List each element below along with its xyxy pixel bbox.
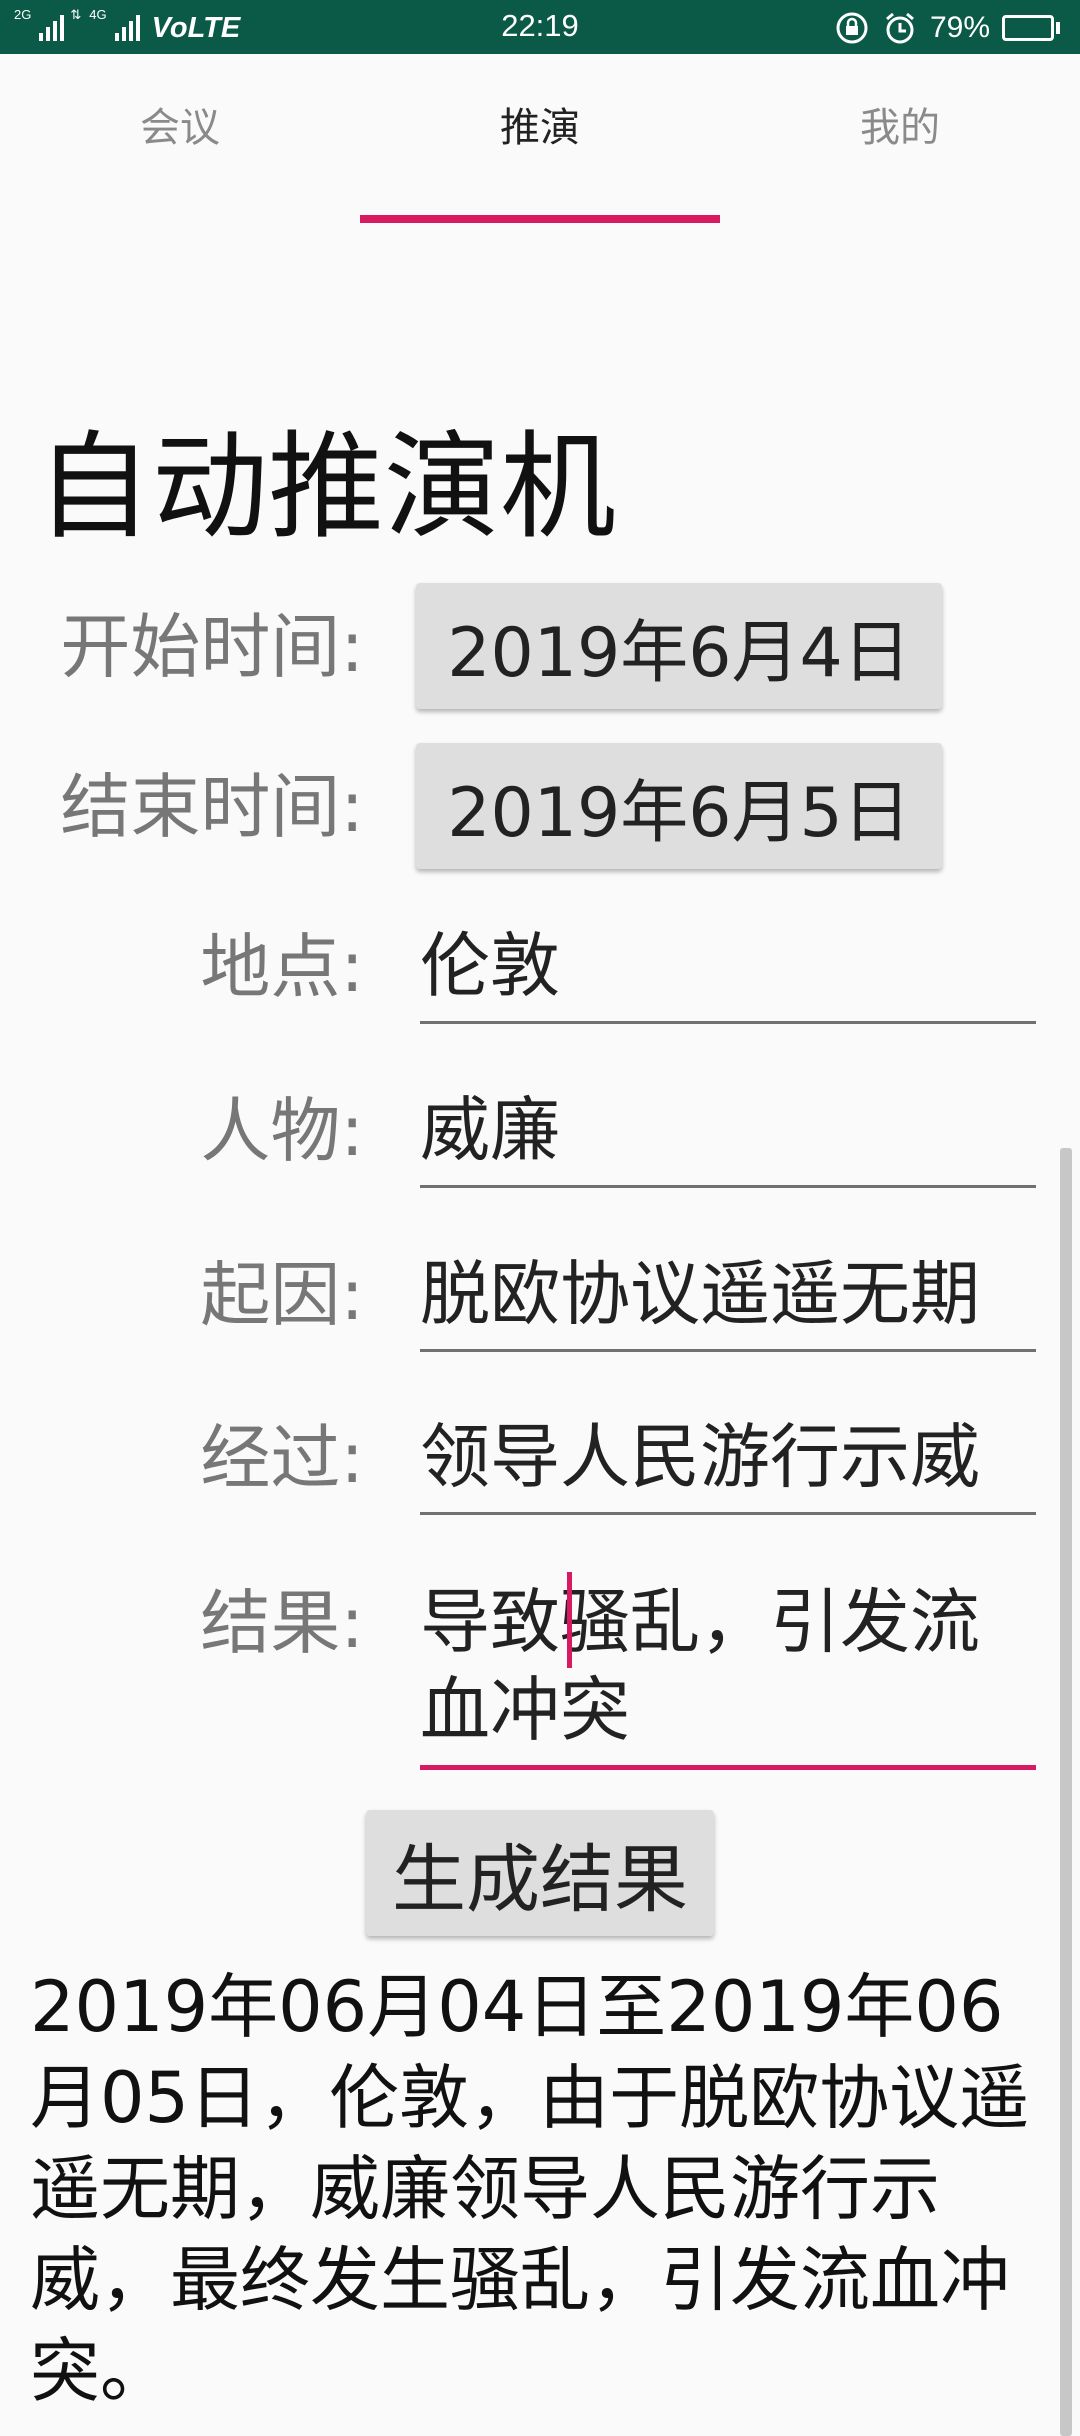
generate-result-button[interactable]: 生成结果 xyxy=(366,1810,714,1936)
tab-bar: 会议 推演 我的 xyxy=(0,54,1080,224)
page-title: 自动推演机 xyxy=(36,420,616,555)
tab-indicator xyxy=(360,215,720,223)
alarm-icon xyxy=(882,10,918,46)
start-date-button[interactable]: 2019年6月4日 xyxy=(416,583,942,709)
text-cursor xyxy=(567,1572,572,1668)
start-time-label: 开始时间: xyxy=(60,606,364,688)
end-time-label: 结束时间: xyxy=(60,766,364,848)
lock-rotation-icon xyxy=(834,10,870,46)
place-input[interactable]: 伦敦 xyxy=(420,922,1036,1024)
status-right: 79% xyxy=(834,8,1060,48)
result-text: 2019年06月04日至2019年06月05日，伦敦，由于脱欧协议遥遥无期，威廉… xyxy=(30,1966,1030,2412)
process-input[interactable]: 领导人民游行示威 xyxy=(420,1413,1036,1515)
cause-label: 起因: xyxy=(200,1254,364,1336)
cause-value: 脱欧协议遥遥无期 xyxy=(420,1253,980,1335)
place-value: 伦敦 xyxy=(420,925,560,1007)
outcome-label: 结果: xyxy=(200,1582,364,1664)
tab-mine[interactable]: 我的 xyxy=(720,54,1080,224)
battery-percent: 79% xyxy=(929,11,990,44)
battery-icon xyxy=(1002,15,1060,41)
cause-input[interactable]: 脱欧协议遥遥无期 xyxy=(420,1250,1036,1352)
person-input[interactable]: 威廉 xyxy=(420,1086,1036,1188)
scrollbar[interactable] xyxy=(1060,1148,1072,2436)
status-bar: 2G ⇅ 4G VoLTE 22:19 79% xyxy=(0,0,1080,54)
tab-simulation[interactable]: 推演 xyxy=(360,54,720,224)
person-label: 人物: xyxy=(200,1090,364,1172)
person-value: 威廉 xyxy=(420,1089,560,1171)
process-value: 领导人民游行示威 xyxy=(420,1416,980,1498)
process-label: 经过: xyxy=(200,1417,364,1499)
place-label: 地点: xyxy=(200,926,364,1008)
tab-meeting[interactable]: 会议 xyxy=(0,54,360,224)
outcome-input[interactable]: 导致骚乱，引发流血冲突 xyxy=(420,1578,1036,1770)
end-date-button[interactable]: 2019年6月5日 xyxy=(416,743,942,869)
outcome-value: 导致骚乱，引发流血冲突 xyxy=(420,1581,980,1751)
